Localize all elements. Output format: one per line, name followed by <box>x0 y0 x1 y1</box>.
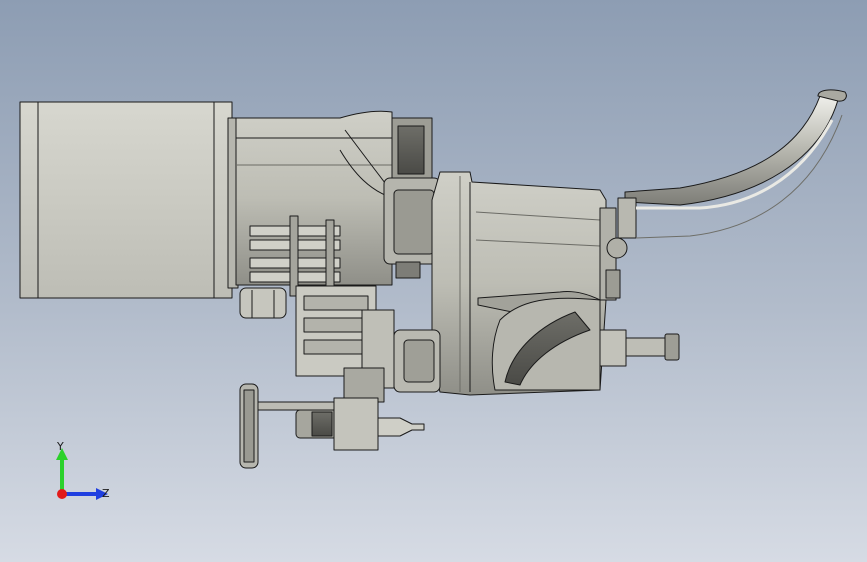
cable-gland[interactable] <box>239 287 287 319</box>
coordinate-triad: Y Z <box>56 440 110 500</box>
tool-arm[interactable] <box>239 383 425 469</box>
output-spindle[interactable] <box>491 297 680 391</box>
y-axis-label: Y <box>56 440 64 453</box>
3d-viewport[interactable]: Y Z <box>0 0 867 562</box>
cad-model-assembly[interactable] <box>0 0 867 562</box>
bent-pipe[interactable] <box>617 89 847 239</box>
x-axis-origin-dot <box>57 489 67 499</box>
motor-block[interactable] <box>19 101 239 299</box>
clamp-fixture[interactable] <box>295 285 441 403</box>
z-axis-label: Z <box>102 487 110 500</box>
